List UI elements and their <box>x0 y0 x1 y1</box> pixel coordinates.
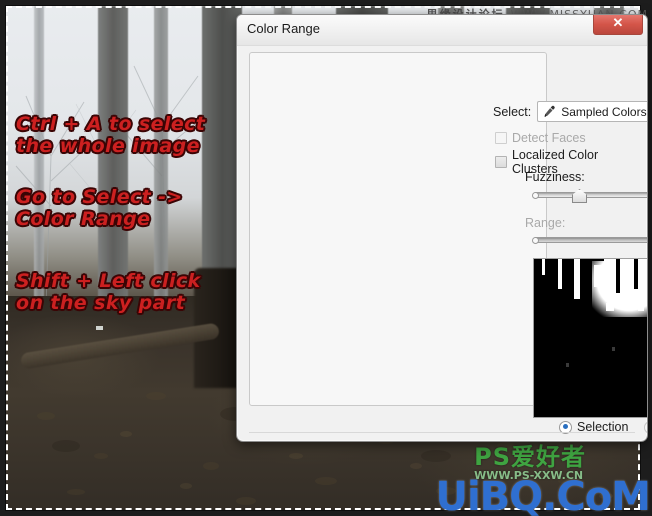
annotation-step-2: Go to Select -> Color Range <box>16 186 183 230</box>
preview-black-trunk <box>564 259 572 327</box>
select-row: Select: Sampled Colors <box>493 101 647 122</box>
preview-black-trunk <box>582 259 592 327</box>
range-label: Range: <box>525 216 566 230</box>
ground-highlight <box>96 326 103 330</box>
select-value: Sampled Colors <box>561 104 647 119</box>
preview-white-patch <box>542 259 545 275</box>
preview-black-ground <box>534 327 647 417</box>
slider-cap-left <box>532 192 539 199</box>
dialog-titlebar[interactable]: Color Range ✕ <box>237 15 647 46</box>
screenshot-stage: Ctrl + A to select the whole image Go to… <box>0 0 652 516</box>
localized-color-clusters-checkbox[interactable] <box>495 156 507 168</box>
preview-white-patch <box>604 259 647 293</box>
eyedropper-icon <box>544 105 555 117</box>
select-label: Select: <box>493 104 532 119</box>
annotation-step-1: Ctrl + A to select the whole image <box>16 113 206 157</box>
preview-black-trunk <box>534 259 540 327</box>
select-dropdown[interactable]: Sampled Colors <box>537 101 647 122</box>
preview-white-patch <box>594 265 604 287</box>
preview-black-trunk <box>634 259 638 289</box>
preview-white-patch <box>638 303 644 311</box>
annotation-step-3: Shift + Left click on the sky part <box>16 270 201 314</box>
detect-faces-label: Detect Faces <box>512 131 586 145</box>
preview-speck <box>612 347 615 351</box>
preview-black-trunk <box>616 259 620 293</box>
detect-faces-row[interactable]: Detect Faces <box>495 131 586 145</box>
preview-white-patch <box>558 259 562 289</box>
close-icon[interactable]: ✕ <box>593 15 643 35</box>
preview-white-patch <box>574 259 580 299</box>
image-radio[interactable] <box>644 420 647 434</box>
slider-cap-left <box>532 237 539 244</box>
color-range-dialog[interactable]: Color Range ✕ Select: Sampled Colors Det… <box>236 14 648 442</box>
detect-faces-checkbox[interactable] <box>495 132 507 144</box>
range-slider[interactable] <box>532 237 647 244</box>
preview-black-trunk <box>546 259 556 327</box>
fuzziness-slider[interactable] <box>532 189 647 203</box>
watermark-ps-green-text: PS爱好者 <box>474 443 586 471</box>
preview-speck <box>566 363 569 367</box>
preview-white-patch <box>606 303 614 311</box>
fuzziness-slider-handle[interactable] <box>572 189 587 203</box>
watermark-uibq: UiBQ.CoM <box>435 474 651 516</box>
preview-white-patch <box>646 285 647 295</box>
selection-preview-thumbnail[interactable] <box>533 258 647 418</box>
fuzziness-label: Fuzziness: <box>525 170 585 184</box>
dialog-title: Color Range <box>247 21 320 36</box>
divider <box>249 432 635 433</box>
